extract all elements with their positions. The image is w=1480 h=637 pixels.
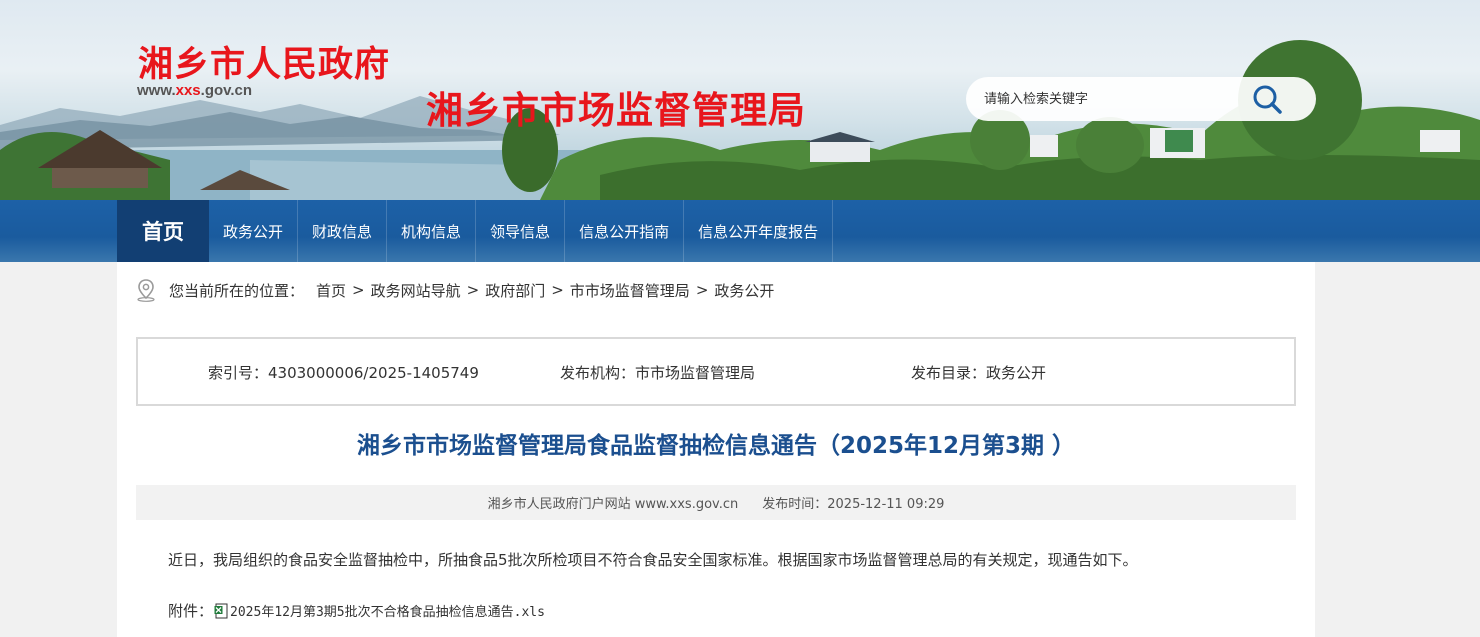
attachment-link[interactable]: 2025年12月第3期5批次不合格食品抽检信息通告.xls	[230, 601, 545, 620]
breadcrumb-home[interactable]: 首页	[316, 280, 346, 301]
article-paragraph: 近日，我局组织的食品安全监督抽检中，所抽食品5批次所检项目不符合食品安全国家标准…	[168, 551, 1138, 569]
search-button[interactable]	[1250, 82, 1284, 116]
xls-file-icon	[214, 603, 228, 618]
header-banner: 湘乡市人民政府 www.xxs.gov.cn 湘乡市市场监督管理局	[0, 0, 1480, 200]
breadcrumb-separator: >	[466, 281, 480, 299]
article-source: 湘乡市人民政府门户网站 www.xxs.gov.cn	[487, 497, 739, 512]
breadcrumb-gov-affairs[interactable]: 政务公开	[714, 280, 774, 301]
article-source-bar: 湘乡市人民政府门户网站 www.xxs.gov.cn 发布时间：2025-12-…	[136, 485, 1296, 520]
main-nav: 首页 政务公开 财政信息 机构信息 领导信息 信息公开指南 信息公开年度报告	[0, 200, 1480, 262]
department-title: 湘乡市市场监督管理局	[426, 89, 806, 132]
breadcrumb-site-nav[interactable]: 政务网站导航	[371, 280, 461, 301]
site-url-prefix: www.	[137, 82, 176, 99]
nav-item-institution[interactable]: 机构信息	[387, 200, 477, 262]
site-url-suffix: .gov.cn	[200, 82, 253, 99]
publishing-category: 发布目录：政务公开	[911, 364, 1047, 382]
search-icon	[1253, 85, 1282, 114]
breadcrumb-label: 您当前所在的位置：	[169, 281, 305, 300]
article-title: 湘乡市市场监督管理局食品监督抽检信息通告（2025年12月第3期 ）	[356, 433, 1076, 459]
search-input[interactable]	[984, 87, 1254, 111]
attachment-row: 附件： 2025年12月第3期5批次不合格食品抽检信息通告.xls	[168, 600, 545, 621]
publish-time: 发布时间：2025-12-11 09:29	[762, 497, 945, 512]
document-meta-box: 索引号：4303000006/2025-1405749 发布机构：市市场监督管理…	[136, 337, 1296, 406]
breadcrumb: 您当前所在的位置： 首页 > 政务网站导航 > 政府部门 > 市市场监督管理局 …	[135, 278, 774, 302]
breadcrumb-departments[interactable]: 政府部门	[485, 280, 545, 301]
nav-home[interactable]: 首页	[117, 200, 209, 262]
breadcrumb-market-bureau[interactable]: 市市场监督管理局	[570, 280, 690, 301]
attachment-label: 附件：	[168, 602, 214, 620]
publishing-organization: 发布机构：市市场监督管理局	[560, 364, 756, 382]
nav-item-annual-report[interactable]: 信息公开年度报告	[684, 200, 834, 262]
location-pin-icon	[137, 279, 155, 302]
nav-item-finance[interactable]: 财政信息	[298, 200, 388, 262]
content-panel: 您当前所在的位置： 首页 > 政务网站导航 > 政府部门 > 市市场监督管理局 …	[117, 262, 1315, 637]
nav-item-leaders[interactable]: 领导信息	[476, 200, 566, 262]
site-title[interactable]: 湘乡市人民政府	[138, 36, 390, 87]
site-url-highlight: xxs	[175, 82, 201, 99]
index-number: 索引号：4303000006/2025-1405749	[208, 364, 479, 382]
nav-item-disclosure-guide[interactable]: 信息公开指南	[565, 200, 685, 262]
breadcrumb-separator: >	[695, 281, 709, 299]
breadcrumb-separator: >	[551, 281, 564, 299]
site-url: www.xxs.gov.cn	[137, 82, 252, 99]
breadcrumb-separator: >	[352, 281, 365, 299]
nav-item-gov-affairs[interactable]: 政务公开	[209, 200, 299, 262]
